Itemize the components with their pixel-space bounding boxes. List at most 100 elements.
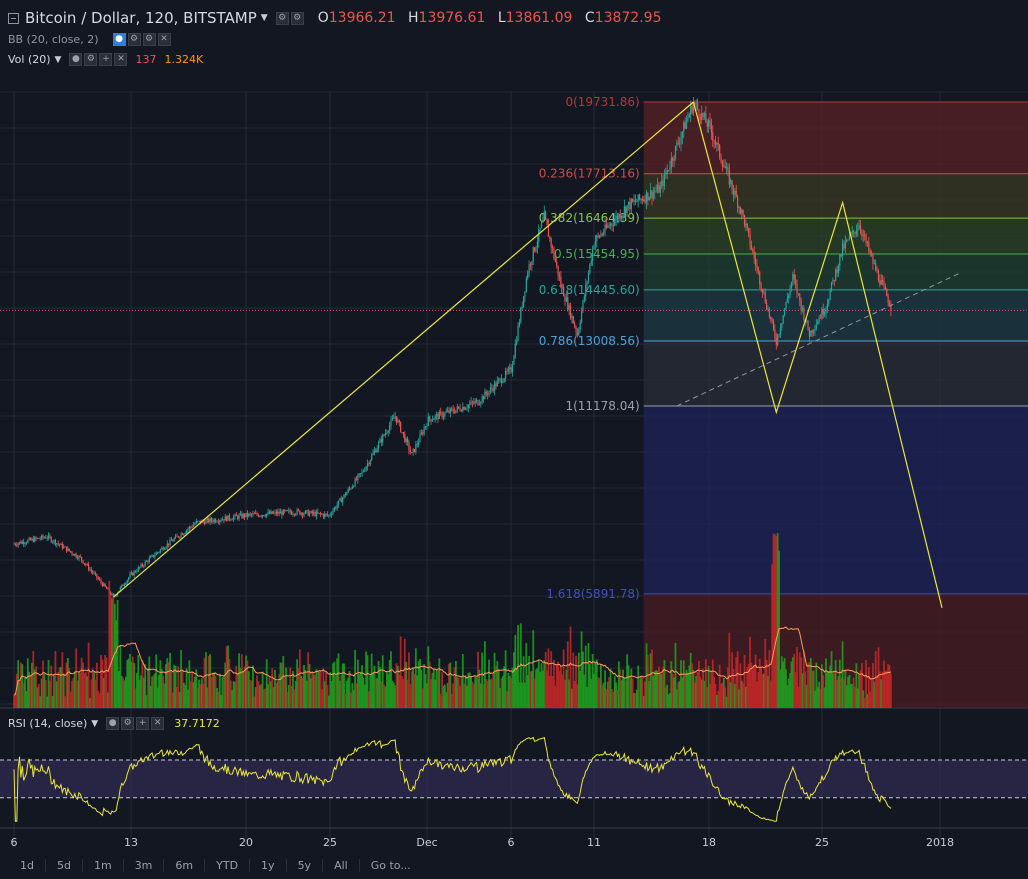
plus-icon[interactable]: +: [99, 53, 113, 66]
candle-body: [23, 541, 25, 545]
candle-body: [873, 263, 875, 265]
candle-body: [346, 492, 348, 496]
candle-body: [695, 103, 697, 105]
eye-icon[interactable]: ●: [106, 717, 120, 730]
candle-body: [422, 432, 424, 434]
candle-body: [441, 412, 443, 418]
candle-body: [568, 305, 570, 310]
settings-icon[interactable]: ⚙: [275, 11, 289, 25]
timeframe-5y[interactable]: 5y: [287, 859, 324, 872]
candle-body: [348, 488, 351, 490]
candle-body: [828, 299, 830, 305]
timeframe-ytd[interactable]: YTD: [205, 859, 251, 872]
candle-body: [469, 403, 471, 406]
candle-body: [542, 218, 544, 223]
timeframe-go-to-[interactable]: Go to...: [360, 859, 422, 872]
candle-body: [308, 512, 311, 516]
candle-body: [237, 515, 239, 519]
candle-body: [177, 536, 179, 538]
candle-body: [658, 184, 660, 193]
candle-body: [626, 205, 628, 214]
candle-body: [261, 515, 264, 517]
candle-body: [583, 296, 585, 301]
candle-body: [862, 234, 864, 236]
gear-icon[interactable]: ⚙: [142, 33, 156, 46]
candle-body: [459, 407, 461, 411]
candle-body: [390, 419, 392, 426]
settings-icon[interactable]: ⚙: [121, 717, 135, 730]
candle-body: [13, 543, 15, 545]
timeframe-5d[interactable]: 5d: [46, 859, 83, 872]
candle-body: [641, 198, 643, 201]
candle-body: [368, 463, 370, 465]
rsi-label[interactable]: RSI (14, close): [8, 717, 87, 730]
candle-body: [139, 567, 141, 568]
candle-body: [152, 555, 155, 557]
vol-label[interactable]: Vol (20): [8, 53, 51, 66]
timeframe-1y[interactable]: 1y: [250, 859, 287, 872]
candle-body: [317, 511, 319, 514]
timeframe-1d[interactable]: 1d: [0, 859, 46, 872]
candle-body: [883, 281, 885, 287]
candle-body: [107, 588, 109, 590]
candle-body: [307, 510, 309, 516]
candle-body: [364, 470, 366, 472]
candle-body: [766, 302, 768, 310]
candle-body: [71, 551, 73, 555]
candle-body: [434, 415, 436, 419]
candle-body: [215, 519, 217, 522]
close-icon[interactable]: ✕: [151, 717, 165, 730]
close-icon[interactable]: ✕: [114, 53, 128, 66]
candle-body: [783, 309, 786, 316]
collapse-icon[interactable]: [8, 12, 19, 24]
caret-down-icon[interactable]: ▼: [91, 719, 98, 729]
candle-body: [770, 316, 772, 319]
caret-down-icon[interactable]: ▼: [55, 55, 62, 65]
candle-body: [716, 142, 718, 145]
x-axis-tick-label: 13: [124, 836, 138, 849]
settings-icon[interactable]: ⚙: [84, 53, 98, 66]
plus-icon[interactable]: +: [136, 717, 150, 730]
candle-body: [340, 498, 342, 503]
candle-body: [144, 561, 146, 566]
candle-body: [708, 120, 710, 127]
timeframe-all[interactable]: All: [323, 859, 360, 872]
candle-body: [696, 103, 699, 110]
price-chart[interactable]: 0(19731.86)0.236(17713.16)0.382(16464.39…: [0, 0, 1028, 879]
bb-label[interactable]: BB (20, close, 2): [8, 33, 99, 46]
x-axis-tick-label: Dec: [416, 836, 437, 849]
candle-body: [130, 572, 132, 575]
candle-body: [361, 471, 363, 474]
gear-icon[interactable]: ⚙: [290, 11, 304, 25]
settings-icon[interactable]: ⚙: [127, 33, 141, 46]
candle-body: [325, 513, 327, 515]
candle-body: [536, 241, 538, 248]
candle-body: [841, 243, 844, 256]
timeframe-1m[interactable]: 1m: [83, 859, 124, 872]
candle-body: [629, 201, 631, 210]
candle-body: [732, 189, 735, 195]
candle-body: [605, 224, 608, 228]
symbol-title[interactable]: Bitcoin / Dollar, 120, BITSTAMP: [25, 9, 257, 27]
candle-body: [355, 478, 358, 481]
candle-body: [74, 553, 76, 556]
candle-body: [616, 215, 619, 220]
candle-body: [232, 516, 235, 520]
x-axis-tick-label: 25: [323, 836, 337, 849]
close-icon[interactable]: ✕: [157, 33, 171, 46]
timeframe-3m[interactable]: 3m: [124, 859, 165, 872]
fib-level-label: 0(19731.86): [565, 95, 639, 109]
candle-body: [157, 552, 159, 554]
caret-down-icon[interactable]: ▼: [261, 13, 268, 23]
eye-icon[interactable]: ●: [69, 53, 83, 66]
candle-body: [197, 520, 199, 522]
candle-body: [137, 567, 139, 572]
eye-icon[interactable]: ●: [112, 33, 126, 46]
candle-body: [879, 280, 881, 285]
candle-body: [248, 513, 250, 517]
candle-body: [89, 569, 91, 571]
candle-body: [372, 452, 374, 456]
candle-body: [96, 573, 98, 578]
timeframe-6m[interactable]: 6m: [164, 859, 206, 872]
candle-body: [456, 406, 458, 410]
